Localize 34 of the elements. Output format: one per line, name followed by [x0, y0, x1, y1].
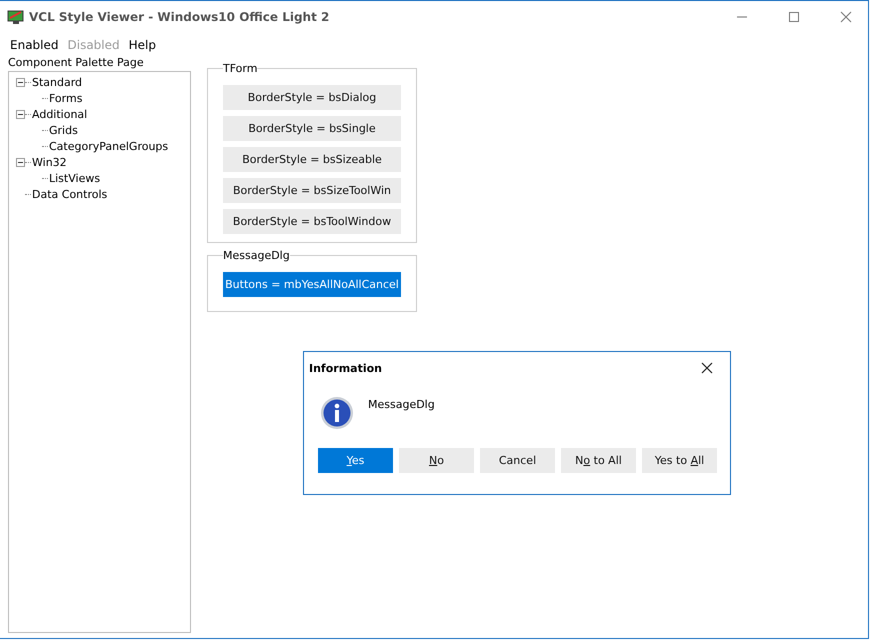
- tree-item[interactable]: Standard: [32, 76, 82, 88]
- window-title: VCL Style Viewer - Windows10 Office Light 2: [29, 10, 330, 24]
- collapse-icon[interactable]: [16, 78, 25, 86]
- maximize-icon[interactable]: [788, 11, 800, 23]
- info-icon: [320, 396, 354, 430]
- option-button[interactable]: BorderStyle = bsSizeToolWin: [223, 178, 401, 203]
- dialog-button[interactable]: No to All: [561, 448, 636, 473]
- option-button[interactable]: BorderStyle = bsToolWindow: [223, 209, 401, 234]
- tree-item[interactable]: Additional: [32, 108, 88, 120]
- panel-label: Component Palette Page: [8, 56, 145, 70]
- option-button[interactable]: BorderStyle = bsSizeable: [223, 147, 401, 172]
- group-title: MessageDlg: [223, 249, 290, 262]
- dialog-button[interactable]: Yes to All: [642, 448, 717, 473]
- collapse-icon[interactable]: [16, 158, 25, 166]
- close-icon[interactable]: [701, 362, 713, 374]
- option-button[interactable]: BorderStyle = bsDialog: [223, 85, 401, 110]
- dialog-button[interactable]: No: [399, 448, 474, 473]
- group-title: TForm: [223, 62, 258, 75]
- dialog-button[interactable]: Cancel: [480, 448, 555, 473]
- tree-item[interactable]: Win32: [32, 156, 67, 168]
- tree-item[interactable]: Forms: [49, 92, 82, 104]
- collapse-icon[interactable]: [16, 110, 25, 118]
- tree-item[interactable]: Grids: [49, 124, 78, 136]
- dialog-button[interactable]: Yes: [318, 448, 393, 473]
- menu-item[interactable]: Help: [128, 38, 156, 52]
- option-button[interactable]: BorderStyle = bsSingle: [223, 116, 401, 141]
- dialog-message: MessageDlg: [368, 398, 435, 411]
- tree-item[interactable]: CategoryPanelGroups: [49, 140, 168, 152]
- option-button[interactable]: Buttons = mbYesAllNoAllCancel: [223, 272, 401, 297]
- menu-item[interactable]: Enabled: [10, 38, 58, 52]
- tree-item[interactable]: ListViews: [49, 172, 100, 184]
- monitor-icon: [7, 9, 25, 25]
- dialog-title: Information: [309, 362, 382, 374]
- tree-item[interactable]: Data Controls: [32, 188, 108, 200]
